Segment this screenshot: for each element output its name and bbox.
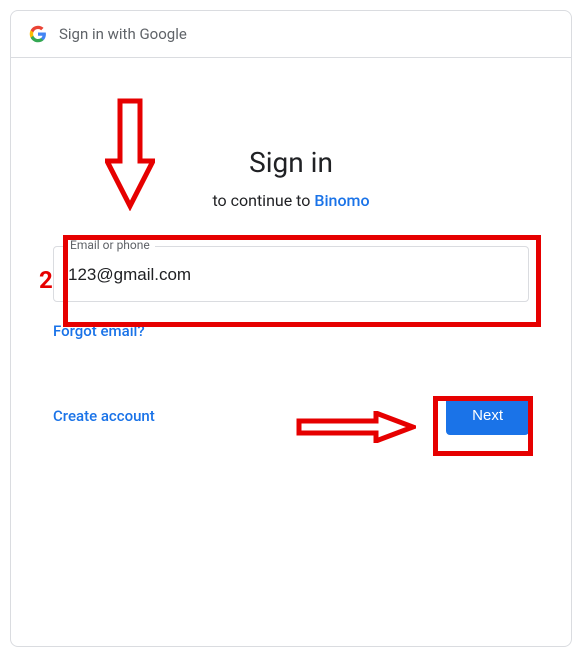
email-label: Email or phone xyxy=(65,238,155,252)
card-header: Sign in with Google xyxy=(11,11,571,58)
subtitle: to continue to Binomo xyxy=(53,191,529,210)
card-content: Sign in to continue to Binomo Email or p… xyxy=(11,58,571,465)
signin-card: Sign in with Google Sign in to continue … xyxy=(10,10,572,647)
next-button[interactable]: Next xyxy=(446,396,529,435)
forgot-email-link[interactable]: Forgot email? xyxy=(53,322,145,340)
email-input-wrap: Email or phone xyxy=(53,246,529,302)
actions-row: Create account Next xyxy=(53,396,529,435)
header-title: Sign in with Google xyxy=(59,25,187,43)
app-name-link[interactable]: Binomo xyxy=(314,191,369,210)
subtitle-text: to continue to xyxy=(212,191,314,210)
page-title: Sign in xyxy=(53,146,529,179)
create-account-link[interactable]: Create account xyxy=(53,407,155,425)
email-field[interactable] xyxy=(53,246,529,302)
google-icon xyxy=(29,25,47,43)
